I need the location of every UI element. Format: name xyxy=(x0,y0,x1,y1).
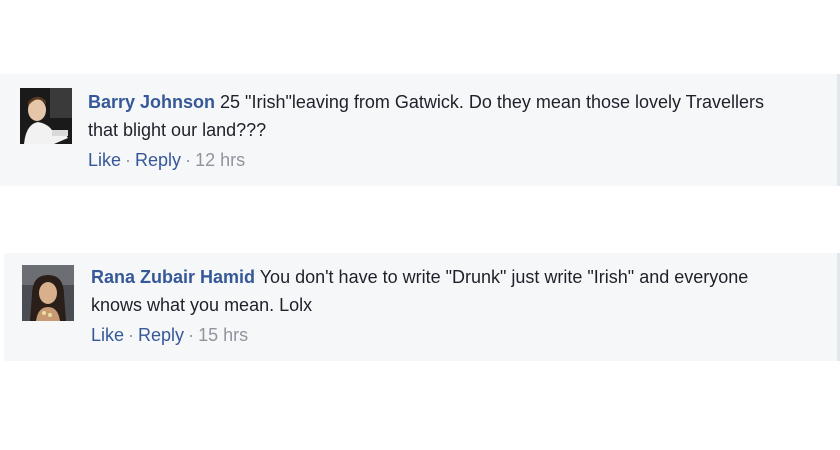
reply-link[interactable]: Reply xyxy=(135,150,181,170)
like-link[interactable]: Like xyxy=(88,150,121,170)
profile-photo-icon xyxy=(22,265,74,321)
comment-body: Rana Zubair Hamid You don't have to writ… xyxy=(91,263,791,319)
separator: · xyxy=(185,150,192,170)
avatar[interactable] xyxy=(22,265,74,321)
comment-body: Barry Johnson 25 "Irish"leaving from Gat… xyxy=(88,88,788,144)
comment-timestamp[interactable]: 15 hrs xyxy=(198,325,248,345)
reply-link[interactable]: Reply xyxy=(138,325,184,345)
separator: · xyxy=(188,325,195,345)
separator: · xyxy=(125,150,132,170)
profile-photo-icon xyxy=(20,88,72,144)
comment-author[interactable]: Rana Zubair Hamid xyxy=(91,267,255,287)
like-link[interactable]: Like xyxy=(91,325,124,345)
separator: · xyxy=(128,325,135,345)
comment-item: Barry Johnson 25 "Irish"leaving from Gat… xyxy=(0,74,840,186)
comment-author[interactable]: Barry Johnson xyxy=(88,92,215,112)
comment-item: Rana Zubair Hamid You don't have to writ… xyxy=(4,253,840,361)
avatar[interactable] xyxy=(20,88,72,144)
comment-timestamp[interactable]: 12 hrs xyxy=(195,150,245,170)
comment-actions: Like · Reply · 15 hrs xyxy=(91,325,791,346)
comment-actions: Like · Reply · 12 hrs xyxy=(88,150,788,171)
